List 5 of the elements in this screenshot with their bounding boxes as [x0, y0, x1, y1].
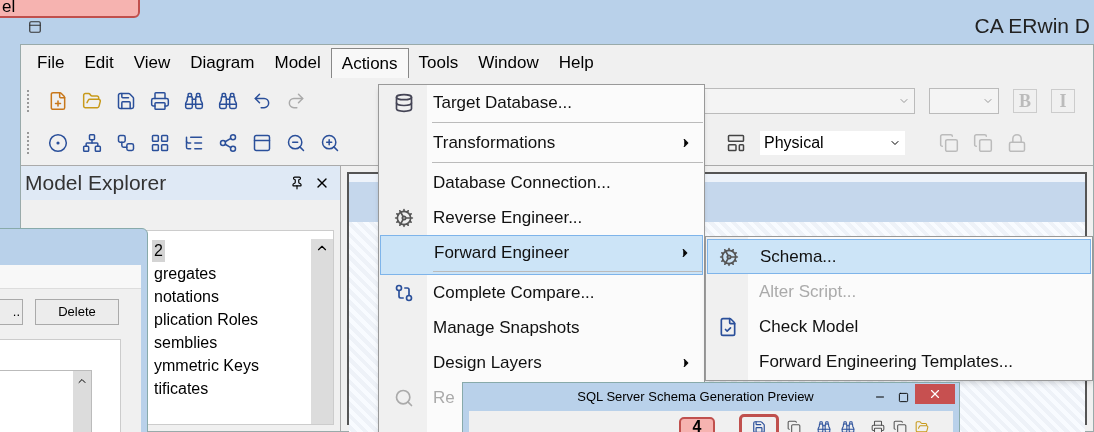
window-title: CA ERwin D	[974, 13, 1090, 39]
dialog-title: SQL Server Schema Generation Preview	[576, 388, 815, 407]
callout: el	[0, 0, 140, 18]
panel-title: Model Explorer	[25, 170, 168, 197]
callout: 4	[679, 417, 715, 432]
